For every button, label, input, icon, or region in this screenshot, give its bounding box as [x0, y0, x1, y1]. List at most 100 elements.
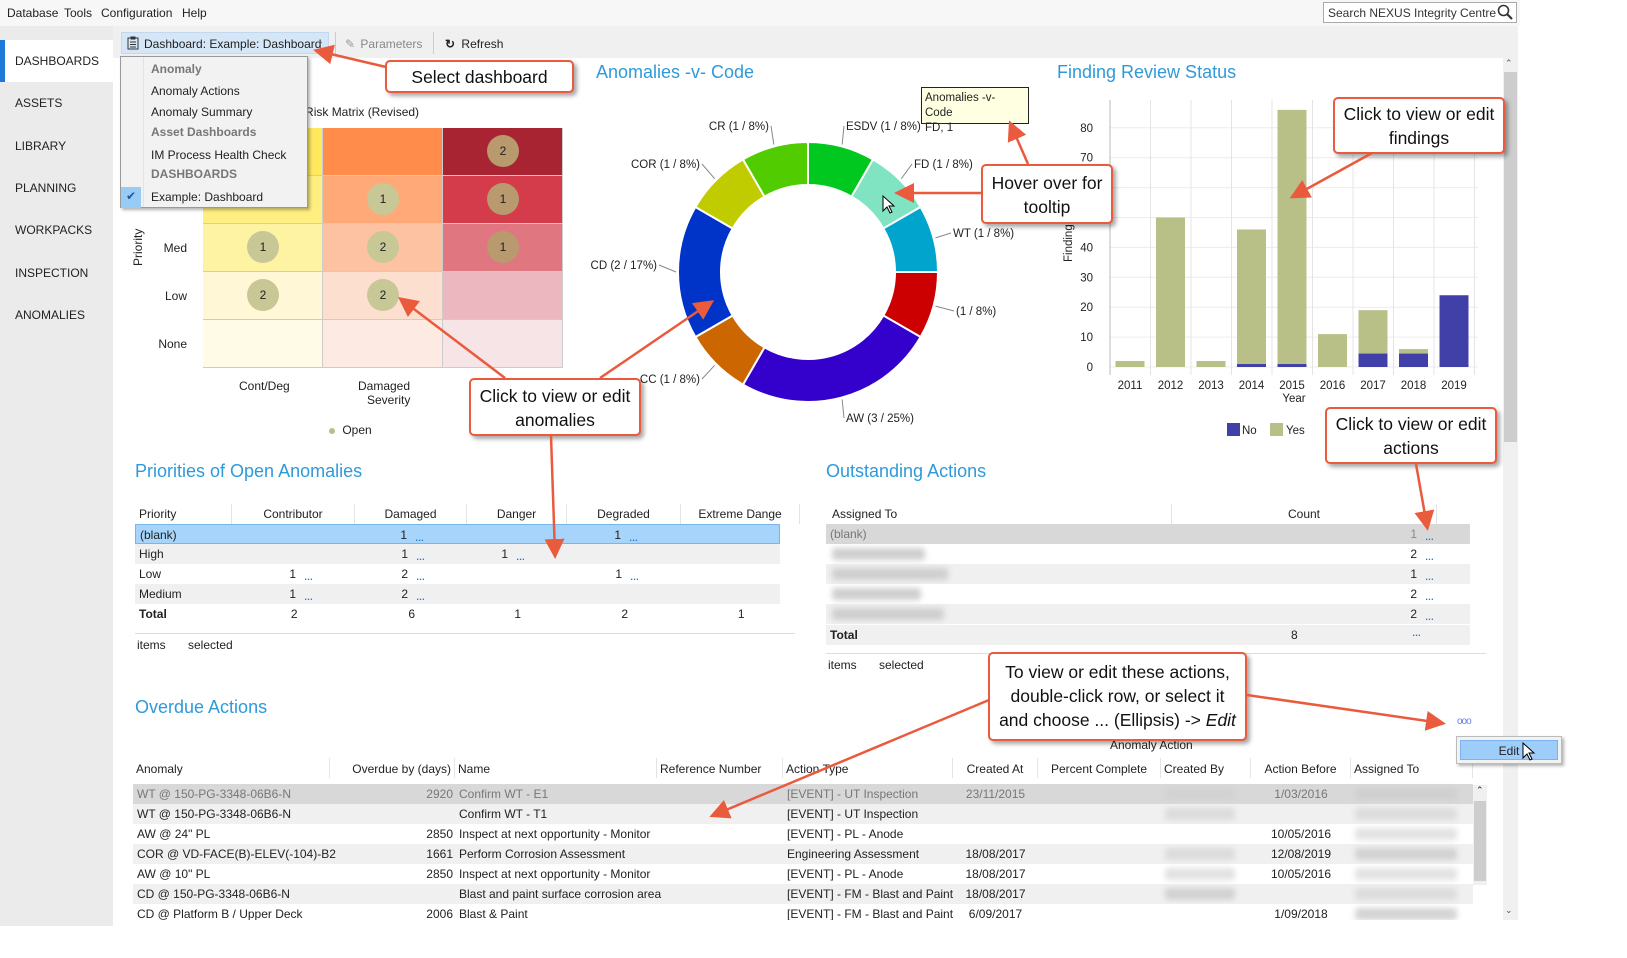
column-header[interactable]: Reference Number [657, 758, 783, 778]
cell-value[interactable]: 2… [1410, 607, 1434, 622]
cell-value[interactable]: 1 [738, 607, 745, 620]
table-row[interactable]: CD @ Platform B / Upper Deck 2006 Blast & … [133, 904, 1473, 920]
cell-value[interactable]: 1… [501, 547, 525, 562]
column-header[interactable]: Extreme Dange [681, 504, 800, 524]
cell-value[interactable]: 1… [401, 547, 425, 562]
column-header[interactable]: Count [1172, 504, 1437, 524]
bar-yes-2015[interactable] [1277, 109, 1307, 365]
menu-item[interactable]: Anomaly Summary [121, 102, 307, 122]
cell-value[interactable]: 1… [289, 567, 313, 582]
donut-label: WT (1 / 8%) [953, 228, 1014, 240]
cell-anomaly: COR @ VD-FACE(B)-ELEV(-104)-B2 [137, 847, 336, 861]
column-header[interactable]: Contributor [232, 504, 355, 524]
ellipsis-button[interactable]: … [415, 533, 424, 543]
bar-yes-2018[interactable] [1399, 349, 1428, 354]
bar-yes-2012[interactable] [1156, 217, 1185, 368]
column-header[interactable]: Anomaly [133, 758, 330, 778]
column-header[interactable]: Assigned To [826, 504, 1172, 524]
total-row[interactable]: Total 2 6 1 2 1 [135, 604, 800, 620]
ellipsis-button[interactable]: … [1425, 572, 1434, 582]
ellipsis-button[interactable]: … [304, 572, 313, 582]
bar-yes-2016[interactable] [1318, 334, 1347, 367]
table-row[interactable]: AW @ 10" PL 2850 Inspect at next opportuni… [133, 864, 1473, 884]
menu-item[interactable]: Anomaly Actions [121, 81, 307, 101]
table-row[interactable]: High 1… 1… [135, 544, 780, 564]
menu-item[interactable]: IM Process Health Check [121, 145, 307, 165]
table-row[interactable]: COR @ VD-FACE(B)-ELEV(-104)-B2 1661 Perfor… [133, 844, 1473, 864]
table-row[interactable]: CD @ 150-PG-3348-06B6-N Blast and paint s… [133, 884, 1473, 904]
column-header[interactable]: Created At [953, 758, 1038, 778]
cell-value[interactable]: 2… [1410, 587, 1434, 602]
edit-menu-item[interactable]: Edit [1460, 740, 1558, 760]
menu-item[interactable]: ✔ Example: Dashboard [121, 187, 307, 208]
bar-yes-2011[interactable] [1115, 361, 1145, 367]
table-scrollbar-thumb[interactable] [1474, 801, 1486, 881]
column-header[interactable]: Damaged [355, 504, 467, 524]
cell-value[interactable]: 1… [289, 587, 313, 602]
ellipsis-button[interactable]: … [1425, 552, 1434, 562]
ellipsis-button[interactable]: … [1425, 532, 1434, 542]
donut-segment-cd[interactable] [677, 205, 735, 339]
table-row[interactable]: AW @ 24" PL 2850 Inspect at next opportuni… [133, 824, 1473, 844]
ellipsis-button[interactable]: … [630, 572, 639, 582]
column-header[interactable]: Degraded [567, 504, 681, 524]
table-row[interactable]: (blank) 1… 1… [135, 524, 780, 544]
assignee: (blank) [830, 527, 867, 541]
cell-value[interactable]: 6 [408, 607, 415, 620]
bar-no-2017[interactable] [1358, 353, 1388, 367]
bar-yes-2013[interactable] [1196, 361, 1226, 367]
bar-no-2015[interactable] [1277, 364, 1307, 367]
cell-value[interactable]: 1 [514, 607, 521, 620]
column-header[interactable]: Name [455, 758, 657, 778]
bar-no-2014[interactable] [1237, 364, 1266, 367]
bar-no-2019[interactable] [1439, 295, 1469, 367]
table-row[interactable]: 1… [826, 564, 1470, 584]
ellipsis-button[interactable]: … [416, 592, 425, 602]
table-row[interactable]: Low 1… 2… 1… [135, 564, 780, 584]
ellipsis-button[interactable]: … [1412, 628, 1421, 638]
bar-no-2018[interactable] [1399, 353, 1428, 367]
column-header[interactable]: Created By [1161, 758, 1251, 778]
cell-value[interactable]: 2… [401, 567, 425, 582]
table-row[interactable]: WT @ 150-PG-3348-06B6-N 2920 Confirm WT - … [133, 784, 1473, 804]
table-row[interactable]: 2… [826, 544, 1470, 564]
ellipsis-button[interactable]: … [516, 552, 525, 562]
table-row[interactable]: Medium 1… 2… [135, 584, 780, 604]
cell-value[interactable]: 1… [400, 528, 424, 543]
ellipsis-button[interactable]: … [629, 533, 638, 543]
table-row[interactable]: (blank) 1… [826, 524, 1470, 544]
column-header[interactable]: Priority [135, 504, 232, 524]
ellipsis-button[interactable]: … [1425, 612, 1434, 622]
table-row[interactable]: 2… [826, 584, 1470, 604]
cell-value[interactable]: 2… [401, 587, 425, 602]
cell-value[interactable]: 1… [1410, 527, 1434, 542]
items-count-label: items [828, 658, 857, 672]
cell-value[interactable]: 1… [1410, 567, 1434, 582]
ellipsis-button[interactable]: … [1425, 592, 1434, 602]
ellipsis-button[interactable]: … [416, 572, 425, 582]
cell-value[interactable]: 2… [1410, 547, 1434, 562]
column-header[interactable]: Percent Complete [1038, 758, 1161, 778]
cell-value[interactable]: 2 [291, 607, 298, 620]
column-header[interactable]: Overdue by (days) [330, 758, 455, 778]
column-header[interactable]: Action Type [783, 758, 953, 778]
table-scrollbar[interactable]: ⌃ [1473, 785, 1487, 885]
table-row[interactable]: 2… [826, 604, 1470, 624]
table-row[interactable]: WT @ 150-PG-3348-06B6-N Confirm WT - T1 [E… [133, 804, 1473, 824]
column-header[interactable]: Action Before [1251, 758, 1351, 778]
cell-value[interactable]: 2 [621, 607, 628, 620]
column-header[interactable]: Danger [467, 504, 567, 524]
bar-yes-2014[interactable] [1237, 229, 1266, 365]
ellipsis-button[interactable]: … [304, 592, 313, 602]
scroll-up-icon[interactable]: ⌃ [1476, 785, 1484, 796]
chart-tooltip: Anomalies -v- Code FD, 1 [921, 87, 1029, 134]
bar-yes-2017[interactable] [1358, 310, 1388, 354]
cell-value[interactable]: 1… [615, 567, 639, 582]
ellipsis-button[interactable]: … [416, 552, 425, 562]
leader-line [841, 399, 845, 419]
cell-value[interactable]: 1… [614, 528, 638, 543]
column-header[interactable]: Assigned To [1351, 758, 1473, 778]
donut-segment-aw[interactable] [741, 314, 922, 403]
ellipsis-menu-button[interactable]: ooo [1457, 716, 1472, 727]
cell-action-type: Engineering Assessment [787, 847, 920, 861]
